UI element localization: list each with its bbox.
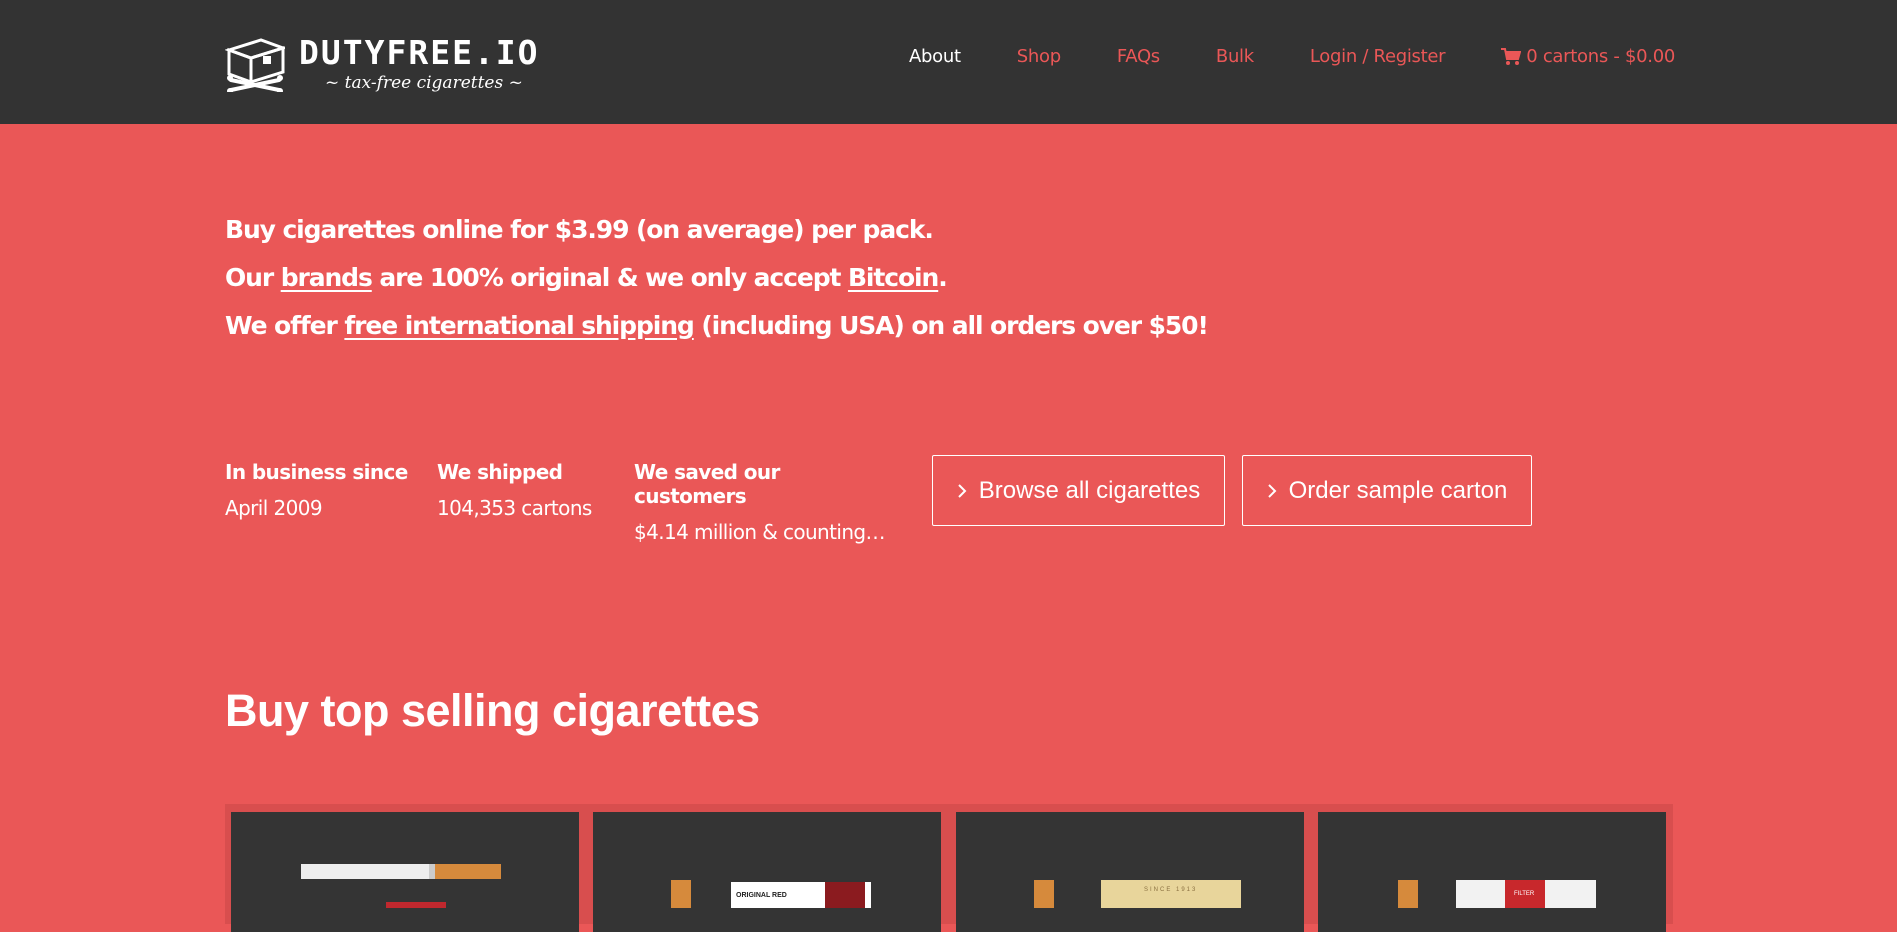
free-shipping-link[interactable]: free international shipping — [344, 311, 694, 340]
intro-text: Buy cigarettes online for $3.99 (on aver… — [225, 206, 1209, 350]
pack-label: FILTER — [1514, 891, 1535, 897]
intro-line-3: We offer free international shipping (in… — [225, 302, 1209, 350]
intro-line-2: Our brands are 100% original & we only a… — [225, 254, 1208, 302]
product-card[interactable]: SINCE 1913 — [956, 812, 1304, 932]
logo[interactable]: DUTYFREE.IO ~ tax-free cigarettes ~ — [225, 36, 540, 92]
brands-link[interactable]: brands — [281, 263, 373, 292]
chevron-right-icon — [1267, 483, 1277, 498]
bitcoin-link[interactable]: Bitcoin — [848, 263, 939, 292]
logo-name: DUTYFREE.IO — [299, 33, 540, 72]
products-grid: ORIGINAL RED SINCE 1913 FILTER — [225, 804, 1673, 932]
logo-tagline: ~ tax-free cigarettes ~ — [325, 73, 523, 93]
chevron-right-icon — [958, 483, 967, 498]
stat-value: April 2009 — [225, 496, 323, 520]
pack-label: ORIGINAL RED — [736, 892, 787, 899]
stat-label: In business since — [225, 460, 408, 484]
intro-text-segment: (including USA) on all orders over $50! — [693, 311, 1209, 340]
stats-row: In business since April 2009 We shipped … — [225, 460, 894, 544]
stat-label: We saved our customers — [634, 460, 780, 508]
cart-summary: 0 cartons - $0.00 — [1526, 46, 1675, 67]
nav-about[interactable]: About — [909, 46, 961, 67]
stat-saved: We saved our customers $4.14 million & c… — [634, 460, 894, 544]
intro-text-segment: . — [938, 263, 948, 292]
nav-cart[interactable]: 0 cartons - $0.00 — [1501, 46, 1675, 67]
stat-label: We shipped — [437, 460, 563, 484]
stat-value: 104,353 cartons — [437, 496, 592, 520]
shopping-cart-icon — [1501, 47, 1522, 65]
stat-in-business: In business since April 2009 — [225, 460, 437, 544]
intro-line-1: Buy cigarettes online for $3.99 (on aver… — [225, 215, 934, 244]
site-header: DUTYFREE.IO ~ tax-free cigarettes ~ Abou… — [0, 0, 1897, 124]
nav-shop[interactable]: Shop — [1017, 46, 1061, 67]
stat-value: $4.14 million & counting… — [634, 520, 886, 544]
cigarette-pack-image: FILTER — [1398, 880, 1596, 912]
browse-all-label: Browse all cigarettes — [978, 476, 1201, 504]
product-card[interactable] — [231, 812, 579, 932]
intro-text-segment: Our — [225, 263, 281, 292]
section-title: Buy top selling cigarettes — [225, 685, 760, 736]
order-sample-button[interactable]: Order sample carton — [1242, 455, 1532, 526]
intro-text-segment: We offer — [225, 311, 345, 340]
box-crossbones-icon — [225, 38, 285, 92]
pack-label: SINCE 1913 — [1144, 887, 1197, 893]
intro-text-segment: are 100% original & we only accept — [371, 263, 848, 292]
browse-all-button[interactable]: Browse all cigarettes — [932, 455, 1225, 526]
product-card[interactable]: FILTER — [1318, 812, 1666, 932]
product-card[interactable]: ORIGINAL RED — [593, 812, 941, 932]
nav-faqs[interactable]: FAQs — [1117, 46, 1160, 67]
cigarette-image — [301, 864, 501, 908]
nav-login-register[interactable]: Login / Register — [1310, 46, 1446, 67]
cigarette-pack-image: ORIGINAL RED — [671, 880, 871, 912]
nav-bulk[interactable]: Bulk — [1216, 46, 1254, 67]
order-sample-label: Order sample carton — [1288, 476, 1508, 504]
main-nav: About Shop FAQs Bulk Login / Register 0 … — [853, 46, 1675, 67]
stat-shipped: We shipped 104,353 cartons — [437, 460, 634, 544]
cigarette-pack-image: SINCE 1913 — [1034, 880, 1241, 912]
